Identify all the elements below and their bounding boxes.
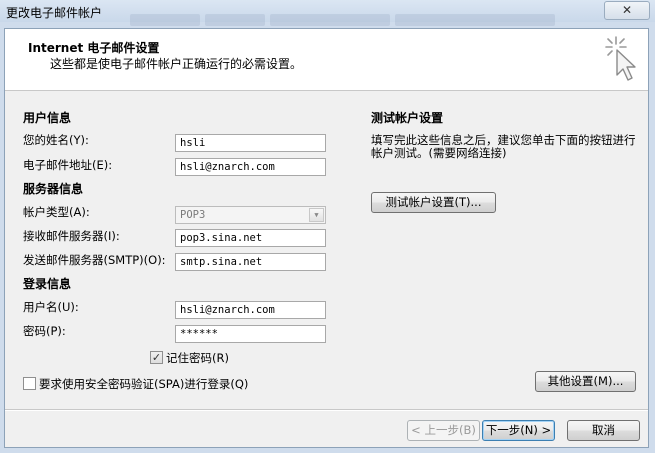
close-button[interactable]: ✕ (604, 1, 650, 20)
spa-label[interactable]: 要求使用安全密码验证(SPA)进行登录(Q) (39, 376, 248, 392)
dialog-header: Internet 电子邮件设置 这些都是使电子邮件帐户正确运行的必需设置。 (5, 29, 648, 91)
server-info-heading: 服务器信息 (23, 182, 84, 196)
check-icon: ✓ (151, 351, 162, 364)
next-button[interactable]: 下一步(N) > (482, 420, 555, 441)
background-window-ghost (395, 14, 555, 26)
login-info-heading: 登录信息 (23, 277, 72, 291)
cursor-click-icon (605, 36, 636, 81)
incoming-server-label: 接收邮件服务器(I): (23, 229, 120, 243)
outgoing-server-label: 发送邮件服务器(SMTP)(O): (23, 253, 166, 267)
incoming-server-field[interactable] (175, 229, 326, 247)
header-title: Internet 电子邮件设置 (28, 41, 160, 55)
spa-checkbox[interactable] (23, 377, 36, 390)
username-label: 用户名(U): (23, 300, 79, 314)
password-field[interactable] (175, 325, 326, 343)
window-title: 更改电子邮件帐户 (6, 6, 103, 20)
remember-password-checkbox[interactable]: ✓ (150, 351, 163, 364)
account-type-label: 帐户类型(A): (23, 205, 90, 219)
footer-separator (5, 409, 648, 411)
name-label: 您的姓名(Y): (23, 133, 89, 147)
email-field[interactable] (175, 158, 326, 176)
dialog-body: Internet 电子邮件设置 这些都是使电子邮件帐户正确运行的必需设置。 用户… (4, 28, 649, 448)
cancel-button[interactable]: 取消 (567, 420, 640, 441)
more-settings-button[interactable]: 其他设置(M)... (535, 371, 636, 392)
background-window-ghost (130, 14, 200, 26)
background-window-ghost (270, 14, 390, 26)
password-label: 密码(P): (23, 324, 66, 338)
email-label: 电子邮件地址(E): (23, 158, 113, 172)
chevron-down-icon: ▼ (309, 208, 324, 222)
back-button[interactable]: < 上一步(B) (407, 420, 480, 441)
header-subtitle: 这些都是使电子邮件帐户正确运行的必需设置。 (50, 57, 303, 71)
close-icon: ✕ (621, 3, 633, 17)
background-window-ghost (205, 14, 265, 26)
remember-password-label[interactable]: 记住密码(R) (166, 350, 229, 366)
account-type-select: POP3 ▼ (175, 206, 326, 224)
username-field[interactable] (175, 301, 326, 319)
name-field[interactable] (175, 134, 326, 152)
title-bar: 更改电子邮件帐户 ✕ (0, 0, 655, 26)
test-account-settings-button[interactable]: 测试帐户设置(T)... (371, 192, 496, 213)
account-type-value: POP3 (180, 209, 206, 221)
outgoing-server-field[interactable] (175, 253, 326, 271)
test-settings-description: 填写完此这些信息之后，建议您单击下面的按钮进行帐户测试。(需要网络连接) (371, 133, 636, 160)
user-info-heading: 用户信息 (23, 111, 72, 125)
test-settings-heading: 测试帐户设置 (371, 111, 444, 125)
